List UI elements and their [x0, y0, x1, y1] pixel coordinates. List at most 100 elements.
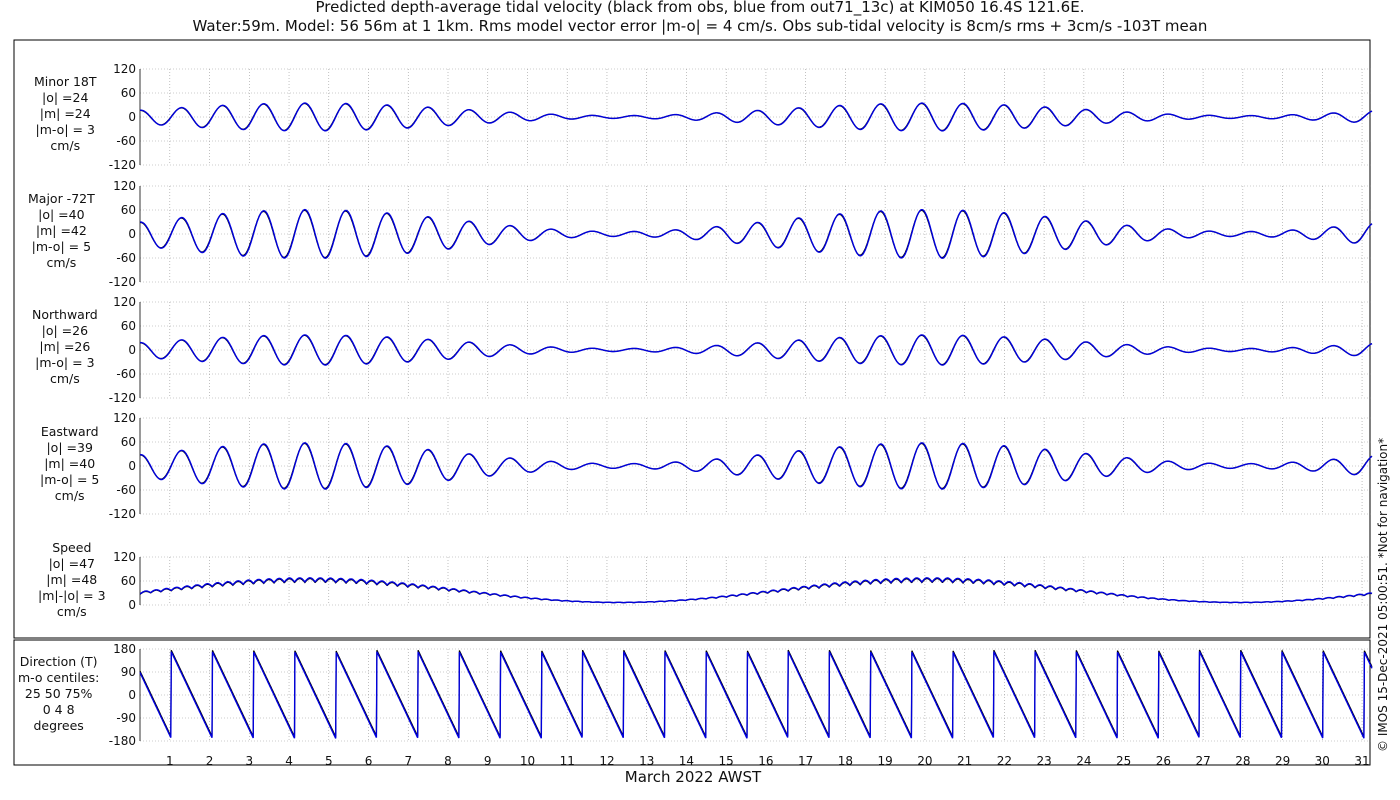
y-tick-label: 0 [128, 343, 136, 357]
x-tick-label: 30 [1315, 754, 1330, 768]
y-tick-label: -120 [109, 275, 136, 289]
x-tick-label: 16 [758, 754, 773, 768]
panel-label-line: |m|-|o| = 3 [38, 588, 106, 603]
panel-label-line: cm/s [50, 138, 81, 153]
x-tick-label: 6 [365, 754, 373, 768]
panel-label-line: degrees [33, 718, 84, 733]
panel-label-line: |m| =26 [39, 339, 91, 354]
x-tick-label: 19 [878, 754, 893, 768]
panel-label-line: Speed [52, 540, 92, 555]
panel-label-line: |m-o| = 5 [31, 239, 92, 254]
x-tick-label: 7 [404, 754, 412, 768]
x-tick-label: 27 [1195, 754, 1210, 768]
panel-label-line: 0 4 8 [42, 702, 75, 717]
x-tick-label: 20 [917, 754, 932, 768]
x-tick-label: 13 [639, 754, 654, 768]
y-tick-label: 0 [128, 688, 136, 702]
x-tick-label: 5 [325, 754, 333, 768]
x-tick-label: 21 [957, 754, 972, 768]
x-tick-label: 17 [798, 754, 813, 768]
x-tick-label: 3 [245, 754, 253, 768]
panel-label: Major -72T |o| =40 |m| =42 |m-o| = 5 cm/s [28, 191, 95, 271]
x-tick-label: 24 [1076, 754, 1091, 768]
y-tick-label: 60 [121, 203, 136, 217]
y-tick-label: -60 [116, 483, 136, 497]
y-tick-label: -120 [109, 507, 136, 521]
y-tick-label: 120 [113, 550, 136, 564]
panel-label-line: cm/s [54, 488, 85, 503]
y-tick-label: 120 [113, 62, 136, 76]
y-tick-label: 0 [128, 110, 136, 124]
panel-label-line: |o| =26 [41, 323, 89, 338]
x-tick-label: 26 [1156, 754, 1171, 768]
panel-label-line: |m-o| = 5 [40, 472, 100, 487]
panel-label-line: |o| =47 [48, 556, 95, 571]
panel-label-line: 25 50 75% [24, 686, 93, 701]
panel-label-line: |m| =48 [46, 572, 98, 587]
y-tick-label: -60 [116, 134, 136, 148]
panel-label-line: |o| =24 [42, 90, 89, 105]
series-line-model [139, 577, 1373, 604]
y-tick-label: -180 [109, 734, 136, 748]
x-tick-label: 10 [520, 754, 535, 768]
panel-label-line: m-o centiles: [18, 670, 100, 685]
y-tick-label: 0 [128, 227, 136, 241]
y-tick-label: 180 [113, 642, 136, 656]
y-tick-label: 120 [113, 295, 136, 309]
panel-label: Northward |o| =26 |m| =26 |m-o| = 3 cm/s [32, 307, 98, 387]
x-tick-label: 2 [206, 754, 214, 768]
x-tick-label: 11 [560, 754, 575, 768]
y-tick-label: 0 [128, 598, 136, 612]
x-tick-label: 25 [1116, 754, 1131, 768]
panel-label-line: |m| =24 [39, 106, 91, 121]
panel-label-line: cm/s [46, 255, 77, 270]
panel-label-line: |o| =40 [38, 207, 85, 222]
x-tick-label: 28 [1235, 754, 1250, 768]
panel-label-line: Northward [32, 307, 98, 322]
y-tick-label: 60 [121, 435, 136, 449]
x-tick-label: 15 [719, 754, 734, 768]
x-tick-label: 14 [679, 754, 694, 768]
y-tick-label: 120 [113, 179, 136, 193]
panel-label-line: |o| =39 [46, 440, 93, 455]
y-tick-label: 60 [121, 86, 136, 100]
panel-label-line: |m| =40 [44, 456, 96, 471]
panel-label: Direction (T) m-o centiles: 25 50 75% 0 4 8… [18, 654, 99, 734]
x-tick-label: 23 [1036, 754, 1051, 768]
panel-label-line: |m-o| = 3 [35, 355, 95, 370]
y-tick-label: -60 [116, 251, 136, 265]
series-line-obs [139, 649, 1373, 738]
panel-label-line: Direction (T) [19, 654, 98, 669]
panel-label-line: cm/s [49, 371, 80, 386]
x-tick-label: 4 [285, 754, 293, 768]
panel-label-line: cm/s [56, 604, 87, 619]
x-tick-label: 29 [1275, 754, 1290, 768]
y-tick-label: -120 [109, 158, 136, 172]
y-tick-label: 120 [113, 411, 136, 425]
y-tick-label: 0 [128, 459, 136, 473]
y-tick-label: -120 [109, 391, 136, 405]
x-tick-label: 8 [444, 754, 452, 768]
copyright-notice: © IMOS 15-Dec-2021 05:00:51. *Not for na… [1376, 437, 1390, 752]
y-tick-label: 90 [121, 665, 136, 679]
panel-label-line: |m-o| = 3 [35, 122, 95, 137]
x-tick-label: 18 [838, 754, 853, 768]
x-tick-label: 22 [997, 754, 1012, 768]
figure-canvas: 120600-60-120120600-60-120120600-60-1201… [13, 39, 1373, 768]
y-tick-label: -90 [116, 711, 136, 725]
y-tick-label: 60 [121, 319, 136, 333]
panel-label: Minor 18T |o| =24 |m| =24 |m-o| = 3 cm/s [34, 74, 96, 154]
x-tick-label: 9 [484, 754, 492, 768]
panel-label-line: Minor 18T [34, 74, 97, 89]
panel-label-line: Eastward [40, 424, 99, 439]
y-tick-label: 60 [121, 574, 136, 588]
panel-label-line: Major -72T [28, 191, 95, 206]
panel-label: Eastward |o| =39 |m| =40 |m-o| = 5 cm/s [40, 424, 99, 504]
x-tick-label: 31 [1354, 754, 1369, 768]
x-axis-label: March 2022 AWST [624, 768, 762, 786]
panel-label: Speed |o| =47 |m| =48 |m|-|o| = 3 cm/s [38, 540, 106, 620]
x-tick-label: 12 [599, 754, 614, 768]
panel-label-line: |m| =42 [35, 223, 87, 238]
y-tick-label: -60 [116, 367, 136, 381]
x-tick-label: 1 [166, 754, 174, 768]
